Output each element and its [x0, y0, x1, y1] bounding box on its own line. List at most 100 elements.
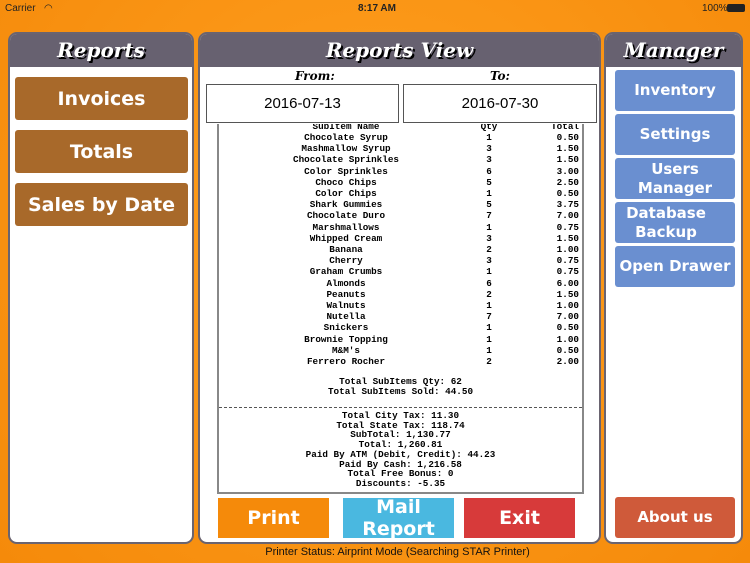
receipt-row: Marshmallows 1 0.75	[219, 222, 582, 233]
item-name: Brownie Topping	[304, 333, 388, 345]
item-name: Chocolate Sprinkles	[292, 154, 399, 166]
from-label: From:	[295, 69, 335, 83]
totals-button[interactable]: Totals	[15, 130, 188, 173]
reports-title: Reports	[10, 34, 192, 67]
item-qty: 1	[486, 221, 492, 233]
receipt-row: Almonds 6 6.00	[219, 278, 582, 289]
receipt-row: Peanuts 2 1.50	[219, 289, 582, 300]
item-name: Nutella	[326, 311, 366, 323]
subitem-total: Total SubItems Sold: 44.50	[327, 385, 474, 397]
item-total: 0.75	[556, 221, 579, 233]
item-total: 1.00	[556, 333, 579, 345]
item-qty: 3	[486, 154, 492, 166]
item-qty: 1	[486, 300, 492, 311]
item-total: 6.00	[556, 277, 579, 289]
item-qty: 7	[486, 210, 492, 222]
item-total: 1.50	[556, 143, 579, 155]
item-qty: 1	[486, 322, 492, 334]
item-name: Color Sprinkles	[304, 165, 388, 177]
item-qty: 1	[486, 266, 492, 278]
item-qty: 6	[486, 277, 492, 289]
receipt-row: Banana 2 1.00	[219, 244, 582, 255]
receipt-row: Walnuts 1 1.00	[219, 300, 582, 311]
invoices-button[interactable]: Invoices	[15, 77, 188, 120]
printer-status: Printer Status: Airprint Mode (Searching…	[265, 546, 530, 558]
col-name: SubItem Name	[312, 124, 380, 132]
receipt-row: Shark Gummies 5 3.75	[219, 199, 582, 210]
to-label: To:	[490, 69, 510, 83]
item-total: 1.50	[556, 232, 579, 244]
item-qty: 1	[486, 333, 492, 345]
receipt-row: Snickers 1 0.50	[219, 322, 582, 333]
mail-report-button[interactable]: Mail Report	[343, 496, 454, 540]
item-total: 0.50	[556, 132, 579, 143]
item-total: 0.50	[556, 322, 579, 334]
receipt-row: M&M's 1 0.50	[219, 345, 582, 356]
divider	[219, 407, 582, 408]
about-us-button[interactable]: About us	[615, 497, 735, 538]
receipt-row: Choco Chips 5 2.50	[219, 177, 582, 188]
item-qty: 5	[486, 199, 492, 211]
to-date-field[interactable]: 2016-07-30	[403, 84, 597, 123]
item-name: Walnuts	[326, 300, 366, 311]
item-name: Choco Chips	[315, 176, 377, 188]
item-name: Cherry	[329, 255, 363, 267]
open-drawer-button[interactable]: Open Drawer	[615, 246, 735, 287]
item-name: Ferrero Rocher	[306, 356, 386, 367]
col-total: Total	[551, 124, 579, 132]
battery-text: 100%	[702, 3, 728, 14]
receipt-row: Brownie Topping 1 1.00	[219, 334, 582, 345]
report-receipt[interactable]: SubItem Name Qty Total Chocolate Syrup 1 0…	[217, 124, 584, 494]
item-total: 0.75	[556, 266, 579, 278]
print-button[interactable]: Print	[218, 498, 329, 538]
item-total: 2.00	[556, 356, 579, 367]
status-bar: Carrier ◠ 8:17 AM 100%	[0, 0, 750, 16]
receipt-row: Chocolate Syrup 1 0.50	[219, 132, 582, 143]
database-backup-button[interactable]: Database Backup	[615, 202, 735, 243]
item-qty: 6	[486, 165, 492, 177]
inventory-button[interactable]: Inventory	[615, 70, 735, 111]
wifi-icon: ◠	[44, 3, 53, 14]
summary-line: Paid By ATM (Debit, Credit): 44.23	[305, 448, 496, 460]
item-total: 1.00	[556, 244, 579, 255]
clock: 8:17 AM	[358, 3, 396, 14]
item-qty: 2	[486, 356, 492, 367]
receipt-row: Chocolate Sprinkles 3 1.50	[219, 154, 582, 165]
item-name: Snickers	[323, 322, 369, 334]
from-date-field[interactable]: 2016-07-13	[206, 84, 399, 123]
item-qty: 1	[486, 132, 492, 143]
item-total: 3.75	[556, 199, 579, 211]
item-qty: 3	[486, 255, 492, 267]
item-name: Peanuts	[326, 288, 366, 300]
item-name: Marshmallows	[312, 221, 380, 233]
item-total: 1.00	[556, 300, 579, 311]
item-qty: 3	[486, 232, 492, 244]
item-qty: 3	[486, 143, 492, 155]
item-total: 1.50	[556, 154, 579, 166]
item-name: Almonds	[326, 277, 366, 289]
item-name: Chocolate Syrup	[304, 132, 388, 143]
item-qty: 1	[486, 188, 492, 199]
item-name: Shark Gummies	[309, 199, 383, 211]
item-name: M&M's	[332, 344, 360, 356]
receipt-row: Whipped Cream 3 1.50	[219, 233, 582, 244]
item-name: Chocolate Duro	[306, 210, 386, 222]
carrier: Carrier	[5, 3, 36, 14]
item-name: Color Chips	[315, 188, 377, 199]
item-qty: 2	[486, 288, 492, 300]
item-total: 2.50	[556, 176, 579, 188]
item-qty: 5	[486, 176, 492, 188]
manager-title: Manager	[606, 34, 741, 67]
sales-by-date-button[interactable]: Sales by Date	[15, 183, 188, 226]
item-total: 0.50	[556, 344, 579, 356]
users-manager-button[interactable]: Users Manager	[615, 158, 735, 199]
receipt-header: SubItem Name Qty Total	[219, 124, 582, 132]
settings-button[interactable]: Settings	[615, 114, 735, 155]
receipt-row: Mashmallow Syrup 3 1.50	[219, 143, 582, 154]
exit-button[interactable]: Exit	[464, 498, 575, 538]
summary-line: Discounts: -5.35	[355, 477, 446, 489]
item-total: 0.50	[556, 188, 579, 199]
manager-panel: Manager Inventory Settings Users Manager…	[604, 32, 743, 544]
item-name: Banana	[329, 244, 363, 255]
receipt-row: Color Sprinkles 6 3.00	[219, 166, 582, 177]
